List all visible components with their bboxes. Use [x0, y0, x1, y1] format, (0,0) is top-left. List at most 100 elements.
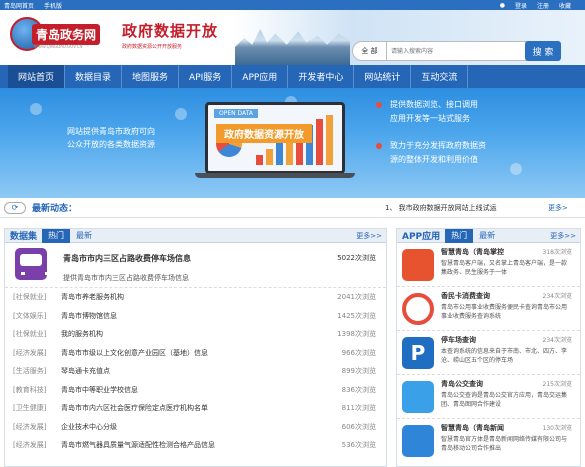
refresh-icon[interactable]: ⟳	[4, 201, 26, 214]
tab-hot[interactable]: 热门	[445, 228, 474, 243]
app-item[interactable]: P 停车场查询 234次浏览 本查询系统的信息来自于市南、市北、四方、李沧、崂山…	[397, 331, 580, 375]
parking-icon[interactable]: P	[402, 337, 434, 369]
dataset-category: [社保就业]	[13, 330, 47, 339]
nav-app[interactable]: APP应用	[232, 65, 289, 88]
dataset-name[interactable]: 青岛市市级以上文化创意产业园区（基地）信息	[61, 348, 386, 358]
dataset-category: [文体娱乐]	[13, 311, 47, 320]
nav-home[interactable]: 网站首页	[8, 65, 66, 88]
featured-title[interactable]: 青岛市市内三区占路收费停车场信息	[63, 253, 191, 264]
search-input[interactable]	[387, 41, 527, 61]
search-scope-select[interactable]: 全 部	[352, 41, 387, 61]
app-item[interactable]: 智慧青岛（青岛新闻 130次浏览 智慧青岛官方体是青岛新闻网络传媒有限公司与青岛…	[397, 419, 580, 463]
home-link[interactable]: 青岛网首页	[4, 3, 34, 10]
user-icon: ●	[499, 1, 505, 9]
favorite-link[interactable]: 收藏	[559, 1, 571, 10]
login-link[interactable]: 登录	[515, 1, 527, 10]
mobile-link[interactable]: 手机版	[44, 3, 62, 10]
laptop-base	[195, 173, 355, 178]
news-more-link[interactable]: 更多>	[548, 203, 568, 213]
app-count: 215次浏览	[542, 381, 572, 388]
dataset-category: [经济发展]	[13, 348, 47, 357]
dataset-row[interactable]: [经济发展] 企业技术中心分级 606次浏览	[5, 418, 386, 437]
main-nav: 网站首页 数据目录 地图服务 API服务 APP应用 开发者中心 网站统计 互动…	[0, 65, 585, 88]
app-desc: 智慧青岛官方体是青岛新闻网络传媒有限公司与青岛移动公司合作推出	[441, 436, 568, 452]
dataset-count: 1425次浏览	[337, 311, 376, 320]
smart-qingdao-app-icon[interactable]	[402, 249, 434, 281]
top-bar: 青岛网首页 手机版 ● 登录 注册 收藏	[0, 0, 585, 10]
app-name[interactable]: 香民卡消费查询	[441, 291, 490, 301]
news-label: 最新动态：	[32, 204, 78, 214]
nav-developer[interactable]: 开发者中心	[288, 65, 355, 88]
app-name[interactable]: 智慧青岛（青岛新闻	[441, 423, 504, 433]
news-app-icon[interactable]	[402, 425, 434, 457]
bullet-icon	[376, 143, 382, 149]
nav-data-catalog[interactable]: 数据目录	[65, 65, 123, 88]
dataset-row[interactable]: [经济发展] 青岛市燃气器具质量气源适配性检测合格产品信息 536次浏览	[5, 436, 386, 455]
dataset-name[interactable]: 企业技术中心分级	[61, 422, 386, 432]
app-name[interactable]: 智慧青岛（青岛掌控	[441, 247, 504, 257]
banner-text-right-1: 提供数据浏览、接口调用 应用开发等一站式服务	[390, 98, 478, 126]
dataset-panel: 数据集 热门 最新 更多>> 青岛市市内三区占路收费停车场信息 5022次浏览 …	[4, 228, 387, 467]
app-count: 234次浏览	[542, 337, 572, 344]
app-desc: 青岛市公用事业收费服务便民卡查询青岛市公用事业收费服务查询系统	[441, 304, 568, 320]
bullet-icon	[376, 102, 382, 108]
dataset-category: [社保就业]	[13, 293, 47, 302]
dataset-row[interactable]: [社保就业] 青岛市养老服务机构 2041次浏览	[5, 288, 386, 307]
bus-app-icon[interactable]	[402, 381, 434, 413]
app-count: 130次浏览	[542, 425, 572, 432]
banner-text-left: 网站提供青岛市政府可向 公众开放的各类数据资源	[67, 125, 155, 151]
app-item[interactable]: 智慧青岛（青岛掌控 318次浏览 智慧青岛客户端，又名掌上青岛客户端，是一款集政…	[397, 243, 580, 287]
brand-url: WWW.QINGDAO.GOV.CN	[34, 44, 83, 49]
dataset-row[interactable]: [生活服务] 琴岛通卡充值点 899次浏览	[5, 362, 386, 381]
logo[interactable]: 青岛政务网 WWW.QINGDAO.GOV.CN	[10, 17, 101, 51]
brand-name: 青岛政务网	[32, 23, 101, 45]
nav-statistics[interactable]: 网站统计	[354, 65, 412, 88]
dataset-name[interactable]: 青岛市燃气器具质量气源适配性检测合格产品信息	[61, 440, 386, 450]
site-subtitle: 政府数据资源公开开放服务	[122, 44, 183, 50]
dataset-count: 966次浏览	[341, 348, 376, 357]
register-link[interactable]: 注册	[537, 1, 549, 10]
news-item[interactable]: 1、 我市政府数据开放网站上线试运	[385, 203, 497, 213]
decor-bubble	[30, 103, 42, 115]
app-item[interactable]: 青岛公交查询 215次浏览 青岛公交查询是青岛公交官方应用，青岛交运集团、青岛图…	[397, 375, 580, 419]
search-button[interactable]: 搜 索	[525, 41, 561, 61]
featured-dataset[interactable]: 青岛市市内三区占路收费停车场信息 5022次浏览 提供青岛市市内三区占路收费停车…	[5, 243, 386, 288]
dataset-name[interactable]: 青岛市中等职业学校信息	[61, 385, 386, 395]
nav-api-service[interactable]: API服务	[179, 65, 233, 88]
app-panel-title: APP应用	[402, 232, 441, 242]
dataset-count: 899次浏览	[341, 367, 376, 376]
nav-map-service[interactable]: 地图服务	[122, 65, 180, 88]
dataset-category: [经济发展]	[13, 441, 47, 450]
dataset-row[interactable]: [教育科技] 青岛市中等职业学校信息 836次浏览	[5, 381, 386, 400]
dataset-count: 1398次浏览	[337, 330, 376, 339]
open-data-label: OPEN DATA	[214, 109, 258, 118]
dataset-row[interactable]: [文体娱乐] 青岛市博物馆信息 1425次浏览	[5, 307, 386, 326]
card-app-icon[interactable]	[402, 293, 434, 325]
banner-line: 提供数据浏览、接口调用	[390, 100, 478, 109]
nav-interaction[interactable]: 互动交流	[411, 65, 469, 88]
app-count: 318次浏览	[542, 249, 572, 256]
dataset-row[interactable]: [社保就业] 我的服务机构 1398次浏览	[5, 325, 386, 344]
tab-latest[interactable]: 最新	[70, 230, 98, 241]
dataset-more-link[interactable]: 更多>>	[356, 231, 382, 241]
dataset-row[interactable]: [卫生健康] 青岛市市内六区社会医疗保险定点医疗机构名单 811次浏览	[5, 399, 386, 418]
tab-hot[interactable]: 热门	[42, 228, 71, 243]
app-panel: APP应用 热门 最新 更多>> 智慧青岛（青岛掌控 318次浏览 智慧青岛客户…	[396, 228, 581, 467]
banner-line: 应用开发等一站式服务	[390, 114, 470, 123]
dataset-count: 606次浏览	[341, 422, 376, 431]
dataset-name[interactable]: 青岛市市内六区社会医疗保险定点医疗机构名单	[61, 403, 386, 413]
bus-icon	[15, 248, 49, 280]
app-more-link[interactable]: 更多>>	[550, 231, 576, 241]
dataset-name[interactable]: 琴岛通卡充值点	[61, 366, 386, 376]
dataset-category: [卫生健康]	[13, 404, 47, 413]
dataset-row[interactable]: [经济发展] 青岛市市级以上文化创意产业园区（基地）信息 966次浏览	[5, 344, 386, 363]
app-item[interactable]: 香民卡消费查询 234次浏览 青岛市公用事业收费服务便民卡查询青岛市公用事业收费…	[397, 287, 580, 331]
dataset-category: [教育科技]	[13, 385, 47, 394]
dataset-count: 811次浏览	[341, 404, 376, 413]
app-desc: 青岛公交查询是青岛公交官方应用，青岛交运集团、青岛图网合作建设	[441, 392, 568, 408]
app-name[interactable]: 停车场查询	[441, 335, 476, 345]
app-name[interactable]: 青岛公交查询	[441, 379, 483, 389]
search-bar: 全 部 搜 索	[352, 41, 561, 61]
tab-latest[interactable]: 最新	[473, 230, 501, 241]
banner-line: 公众开放的各类数据资源	[67, 140, 155, 149]
